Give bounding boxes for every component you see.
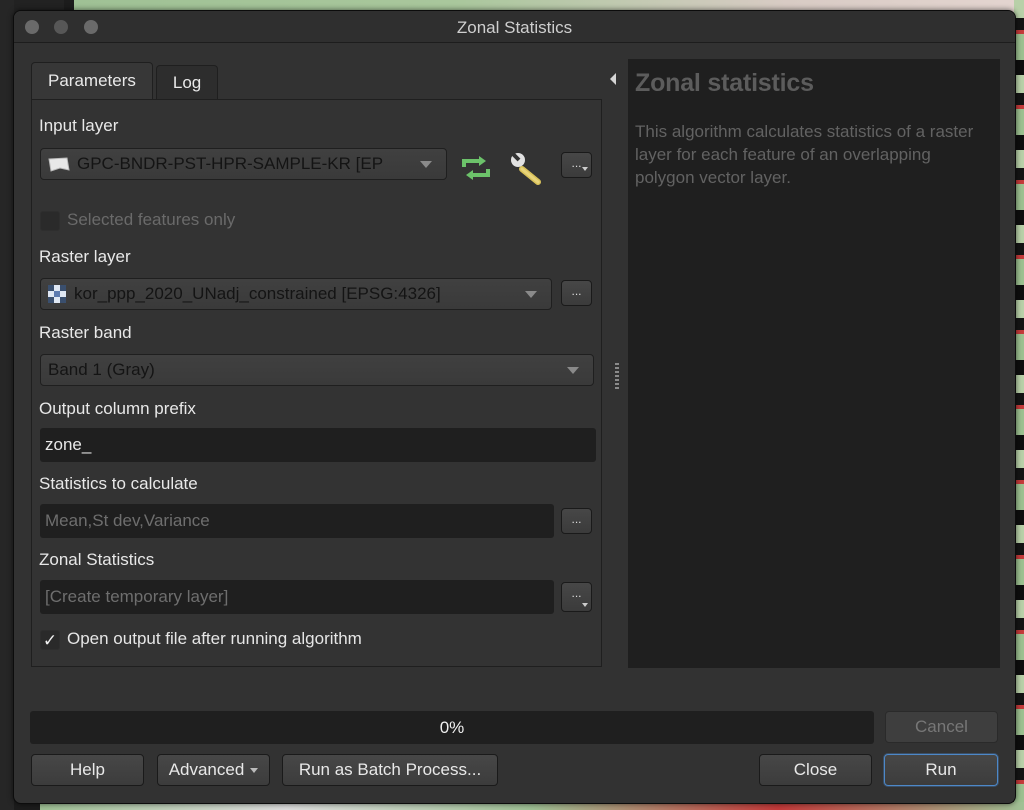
close-button[interactable]: Close xyxy=(759,754,872,786)
column-prefix-label: Output column prefix xyxy=(39,399,196,418)
open-output-checkbox[interactable]: ✓ xyxy=(40,630,60,650)
progress-label: 0% xyxy=(439,718,465,737)
statistics-label: Statistics to calculate xyxy=(39,474,198,493)
polygon-layer-icon xyxy=(48,156,70,172)
statistics-select-button[interactable]: ... xyxy=(561,508,592,534)
iterate-icon[interactable] xyxy=(460,155,492,181)
advanced-label: Advanced xyxy=(168,760,245,779)
selected-features-checkbox[interactable] xyxy=(40,211,60,231)
chevron-down-icon xyxy=(250,767,259,773)
selected-features-label: Selected features only xyxy=(67,210,236,229)
tab-bar: Parameters Log xyxy=(31,62,221,99)
chevron-down-icon xyxy=(420,160,432,168)
dropdown-arrow-icon xyxy=(582,167,588,171)
open-output-label: Open output file after running algorithm xyxy=(67,629,362,648)
raster-layer-value: kor_ppp_2020_UNadj_constrained [EPSG:432… xyxy=(74,284,441,303)
raster-band-value: Band 1 (Gray) xyxy=(48,360,155,379)
ellipsis-icon: ... xyxy=(571,512,582,526)
run-button[interactable]: Run xyxy=(884,754,998,786)
help-panel: Zonal statistics This algorithm calculat… xyxy=(628,59,1000,668)
help-button[interactable]: Help xyxy=(31,754,144,786)
raster-band-label: Raster band xyxy=(39,323,132,342)
raster-layer-label: Raster layer xyxy=(39,247,131,266)
tab-parameters[interactable]: Parameters xyxy=(31,62,153,99)
input-layer-options-button[interactable]: ... xyxy=(561,152,592,178)
parameters-panel: Input layer GPC-BNDR-PST-HPR-SAMPLE-KR [… xyxy=(31,99,602,667)
wrench-icon[interactable] xyxy=(508,151,544,185)
input-layer-value: GPC-BNDR-PST-HPR-SAMPLE-KR [EP xyxy=(77,154,384,173)
chevron-down-icon xyxy=(525,290,537,298)
raster-layer-browse-button[interactable]: ... xyxy=(561,280,592,306)
raster-layer-icon xyxy=(48,285,66,303)
raster-layer-combo[interactable]: kor_ppp_2020_UNadj_constrained [EPSG:432… xyxy=(40,278,552,310)
tab-log[interactable]: Log xyxy=(155,65,219,99)
run-as-batch-button[interactable]: Run as Batch Process... xyxy=(282,754,498,786)
raster-band-combo[interactable]: Band 1 (Gray) xyxy=(40,354,594,386)
help-title: Zonal statistics xyxy=(635,69,814,97)
ellipsis-icon: ... xyxy=(571,284,582,298)
window-title: Zonal Statistics xyxy=(456,18,573,37)
column-prefix-input[interactable]: zone_ xyxy=(40,428,596,462)
ellipsis-icon: ... xyxy=(571,156,582,170)
output-options-button[interactable]: ... xyxy=(561,582,592,612)
help-description: This algorithm calculates statistics of … xyxy=(635,122,974,187)
title-bar: Zonal Statistics xyxy=(14,11,1015,43)
zonal-statistics-dialog: Zonal Statistics Parameters Log Input la… xyxy=(13,10,1016,804)
ellipsis-icon: ... xyxy=(571,586,582,600)
input-layer-label: Input layer xyxy=(39,116,119,135)
splitter-handle[interactable] xyxy=(615,363,619,389)
progress-bar: 0% xyxy=(30,711,874,744)
dropdown-arrow-icon xyxy=(582,603,588,607)
output-label: Zonal Statistics xyxy=(39,550,155,569)
advanced-button[interactable]: Advanced xyxy=(157,754,270,786)
cancel-button[interactable]: Cancel xyxy=(885,711,998,743)
chevron-down-icon xyxy=(567,366,579,374)
collapse-help-icon[interactable] xyxy=(610,73,616,85)
checkmark-icon: ✓ xyxy=(42,631,58,650)
output-destination-input[interactable]: [Create temporary layer] xyxy=(40,580,554,614)
input-layer-combo[interactable]: GPC-BNDR-PST-HPR-SAMPLE-KR [EP xyxy=(40,148,447,180)
statistics-input[interactable]: Mean,St dev,Variance xyxy=(40,504,554,538)
background-app-panel xyxy=(0,0,14,810)
